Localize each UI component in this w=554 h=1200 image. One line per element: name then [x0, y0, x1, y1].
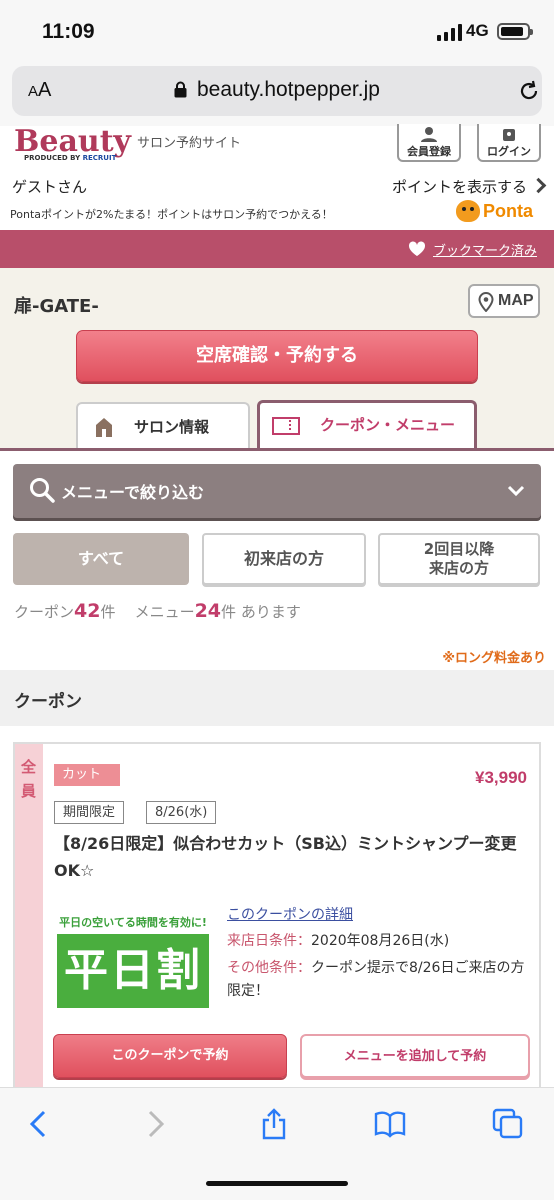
date-tag: 8/26(水) [146, 801, 217, 824]
forward-icon[interactable] [138, 1108, 170, 1140]
result-counts: クーポン42件 メニュー24件 あります [14, 600, 301, 622]
ponta-icon [456, 200, 480, 222]
key-lock-icon [503, 129, 515, 141]
address-bar[interactable]: AA beauty.hotpepper.jp [12, 66, 542, 116]
browser-address-area: AA beauty.hotpepper.jp [0, 62, 554, 126]
chevron-down-icon [507, 485, 525, 497]
ponta-note: Pontaポイントが2%たまる！ポイントはサロン予約でつかえる！ [10, 208, 333, 221]
weekday-discount-banner: 平日の空いてる時間を有効に! 平日割 [55, 914, 211, 1010]
segment-repeat-visit[interactable]: 2回目以降 来店の方 [378, 533, 540, 585]
url-text[interactable]: beauty.hotpepper.jp [197, 78, 380, 102]
status-time: 11:09 [42, 20, 95, 43]
back-icon[interactable] [24, 1108, 56, 1140]
tab-coupon-menu[interactable]: クーポン・メニュー [257, 400, 477, 450]
coupon-title: 【8/26日限定】似合わせカット（SB込）ミントシャンプー変更OK☆ [54, 834, 517, 880]
home-indicator [206, 1181, 348, 1186]
bookmarks-icon[interactable] [374, 1108, 406, 1140]
coupon-ticket-icon [272, 417, 300, 435]
tab-underline [0, 448, 554, 451]
coupon-price: ¥3,990 [475, 768, 527, 787]
bookmark-bar: ブックマーク済み [0, 230, 554, 268]
tab-salon-info[interactable]: サロン情報 [76, 402, 250, 450]
status-bar: 11:09 4G [0, 0, 554, 62]
add-menu-reserve-button[interactable]: メニューを追加して予約 [300, 1034, 530, 1078]
map-pin-icon [478, 292, 494, 312]
visit-date-condition: 来店日条件：2020年08月26日(水) [227, 933, 450, 949]
category-badge: カット [54, 764, 120, 786]
site-header: Beauty PRODUCED BY RECRUIT サロン予約サイト 会員登録… [0, 124, 554, 230]
other-condition: その他条件：クーポン提示で8/26日ご来店の方限定！ [227, 960, 525, 999]
search-icon [30, 478, 55, 503]
heart-icon [408, 241, 426, 256]
show-points-link[interactable]: ポイントを表示する [392, 176, 544, 197]
segment-all[interactable]: すべて [13, 533, 189, 585]
reserve-with-coupon-button[interactable]: このクーポンで予約 [53, 1034, 287, 1078]
map-button[interactable]: MAP [468, 284, 540, 318]
salon-name: 扉-GATE- [14, 296, 99, 317]
bookmark-link[interactable]: ブックマーク済み [433, 240, 537, 259]
long-hair-note: ※ロング料金あり [442, 651, 546, 666]
reader-settings-button[interactable]: AA [28, 79, 51, 102]
limited-period-tag: 期間限定 [54, 801, 125, 824]
coupon-detail-link[interactable]: このクーポンの詳細 [227, 904, 353, 924]
signal-icon [437, 24, 462, 41]
guest-name: ゲストさん [12, 178, 88, 196]
register-button[interactable]: 会員登録 [397, 124, 461, 162]
coupon-section-header: クーポン [0, 670, 554, 726]
site-subtitle: サロン予約サイト [137, 136, 242, 151]
coupon-card: 全 員 カット ¥3,990 期間限定 8/26(水) 【8/26日限定】似合わ… [13, 742, 541, 1104]
reserve-button[interactable]: 空席確認・予約する [76, 330, 478, 382]
share-icon[interactable] [258, 1108, 290, 1140]
reload-icon[interactable] [517, 79, 541, 103]
network-type: 4G [466, 21, 489, 40]
person-icon [421, 127, 437, 142]
produced-by-recruit: PRODUCED BY RECRUIT [24, 154, 117, 162]
ponta-logo: Ponta [456, 200, 533, 222]
lock-icon [174, 81, 187, 98]
battery-icon [497, 23, 533, 40]
menu-filter-dropdown[interactable]: メニューで絞り込む [13, 464, 541, 518]
segment-first-visit[interactable]: 初来店の方 [202, 533, 366, 585]
house-icon [96, 418, 112, 437]
tabs-icon[interactable] [492, 1108, 524, 1140]
salon-panel: 扉-GATE- MAP 空席確認・予約する サロン情報 クーポン・メニュー [0, 268, 554, 450]
login-button[interactable]: ログイン [477, 124, 541, 162]
coupon-target-label: 全 員 [15, 744, 43, 1104]
